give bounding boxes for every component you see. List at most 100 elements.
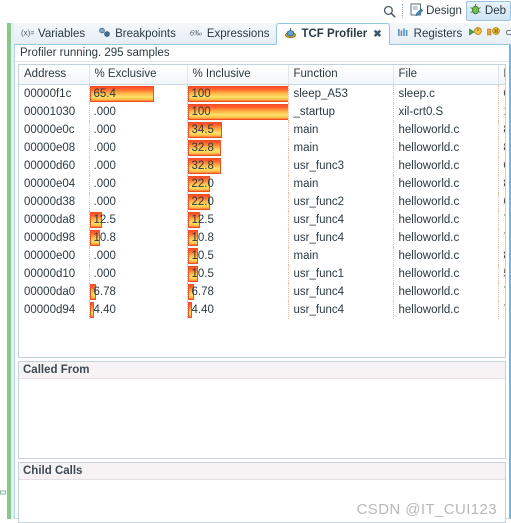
cell-pct-inclusive: 100 [187,102,289,121]
table-row[interactable]: 00000e04.000 22.0 mainhelloworld.c84 [19,174,506,193]
cell-file: helloworld.c [393,210,499,229]
cell-function: main [288,138,394,157]
cell-pct-exclusive-label: 6.78 [93,285,116,298]
cell-file: helloworld.c [393,156,499,175]
cell-pct-exclusive: 12.5 [89,210,188,229]
table-row[interactable]: 00000d60.000 32.8 usr_func3helloworld.c66 [19,156,506,175]
table-row[interactable]: 00000d38.000 22.0 usr_func2helloworld.c61 [19,192,505,211]
cell-pct-inclusive-label: 32.8 [191,141,214,154]
table-row[interactable]: 00000e08.000 32.8 mainhelloworld.c85 [19,138,505,157]
child-calls-title: Child Calls [19,463,505,480]
cell-pct-exclusive: .000 [89,120,188,139]
tab-variables[interactable]: (x)= Variables [14,23,92,45]
cell-pct-exclusive-label: 4.40 [93,303,116,316]
cell-address: 00000d10 [19,264,90,283]
cell-file: helloworld.c [393,138,499,157]
cell-address: 00001030 [19,102,90,121]
table-row[interactable]: 00000d10.000 10.5 usr_func1helloworld.c56 [19,264,506,283]
cell-address: 00000e04 [19,174,90,193]
view-tab-strip: (x)= Variables Breakpoints 6‰ Expression… [14,23,511,45]
cell-line: 72 [498,229,506,247]
cell-pct-exclusive-label: .000 [93,123,116,136]
cell-function: main [288,246,394,265]
table-row[interactable]: 00000da812.512.5usr_func4helloworld.c72 [19,210,505,229]
cell-pct-inclusive: 100 [187,84,289,103]
cell-address: 00000d94 [19,300,90,319]
table-row[interactable]: 00000f1c65.4 100 sleep_A53sleep.c63 [19,84,505,103]
cell-pct-inclusive: 12.5 [187,210,289,229]
cell-line: 56 [498,265,506,283]
column-header-line[interactable]: Line [498,65,505,85]
close-icon[interactable]: ✖ [373,29,381,40]
cell-file: helloworld.c [393,120,499,139]
profiler-panel: Profiler running. 295 samples Address % … [14,45,511,523]
stop-profiler-icon[interactable] [487,26,501,42]
column-header-pct-inclusive[interactable]: % Inclusive [187,65,289,85]
column-header-file[interactable]: File [393,65,499,85]
cell-pct-inclusive: 4.40 [187,300,289,319]
cell-pct-exclusive: .000 [89,156,188,175]
tab-expressions[interactable]: 6‰ Expressions [183,23,277,45]
perspective-button-design[interactable]: Design [408,1,466,21]
tab-breakpoints[interactable]: Breakpoints [92,23,183,45]
cell-line: 84 [498,175,506,193]
table-row[interactable]: 00000d944.404.40usr_func4helloworld.c72 [19,300,506,319]
cell-pct-inclusive-label: 100 [191,105,211,118]
cell-pct-exclusive: 6.78 [89,282,188,301]
cell-address: 00000d60 [19,156,90,175]
tab-registers[interactable]: Registers [390,23,470,45]
table-row[interactable]: 00000da06.786.78usr_func4helloworld.c72 [19,282,505,301]
column-header-pct-exclusive[interactable]: % Exclusive [89,65,188,85]
column-header-function[interactable]: Function [288,65,394,85]
cell-pct-inclusive: 10.8 [187,228,289,247]
breakpoints-icon [99,27,111,41]
cell-line: 83 [498,247,506,265]
minimize-view-icon[interactable] [505,27,511,41]
called-from-list[interactable] [19,379,505,458]
cell-pct-exclusive: 65.4 [89,84,188,103]
profiler-table-container[interactable]: Address % Exclusive % Inclusive Function… [18,64,506,358]
cell-file: sleep.c [393,84,499,103]
table-row[interactable]: 00000d9810.810.8usr_func4helloworld.c72 [19,228,506,247]
cell-address: 00000d98 [19,228,90,247]
cell-function: usr_func2 [288,192,394,211]
table-header-row: Address % Exclusive % Inclusive Function… [19,65,505,85]
table-row[interactable]: 00000e0c.000 34.5 mainhelloworld.c86 [19,120,506,139]
cell-pct-inclusive: 32.8 [187,156,289,175]
search-icon[interactable] [380,2,398,20]
variables-icon: (x)= [21,27,35,41]
cell-line: 63 [498,84,506,103]
cell-pct-inclusive-label: 32.8 [191,159,214,172]
view-left-stub [0,488,7,498]
table-row[interactable]: 00000e00.000 10.5 mainhelloworld.c83 [19,246,506,265]
cell-pct-exclusive-label: 12.5 [93,213,116,226]
cell-pct-exclusive-label: 65.4 [93,87,116,100]
cell-pct-inclusive-label: 10.5 [191,267,214,280]
cell-function: usr_func4 [288,300,394,319]
cell-function: usr_func4 [288,210,394,229]
cell-function: main [288,174,394,193]
cell-line: 72 [498,301,506,319]
cell-pct-inclusive: 10.5 [187,246,289,265]
child-calls-list[interactable]: CSDN @IT_CUI123 [19,480,505,522]
perspective-toolbar: Design Deb [0,0,511,22]
toolbar-separator [402,4,404,18]
start-profiler-icon[interactable] [469,26,483,42]
called-from-section: Called From [18,361,506,459]
cell-pct-exclusive: 4.40 [89,300,188,319]
tcf-profiler-icon [284,27,297,42]
table-row[interactable]: 00001030.000 100 _startupxil-crt0.S137 [19,102,505,121]
child-calls-section: Child Calls CSDN @IT_CUI123 [18,462,506,523]
profiler-table: Address % Exclusive % Inclusive Function… [19,65,505,319]
expressions-icon: 6‰ [190,27,203,41]
cell-line: 66 [498,157,506,175]
cell-pct-exclusive: .000 [89,246,188,265]
tab-tcf-profiler[interactable]: TCF Profiler ✖ [276,23,390,45]
cell-pct-exclusive-label: .000 [93,267,116,280]
cell-pct-inclusive-label: 10.5 [191,249,214,262]
tab-label-variables: Variables [38,28,86,40]
column-header-address[interactable]: Address [19,65,90,85]
perspective-button-debug[interactable]: Deb [465,1,511,21]
cell-file: helloworld.c [393,174,499,193]
cell-line: 86 [498,121,506,139]
